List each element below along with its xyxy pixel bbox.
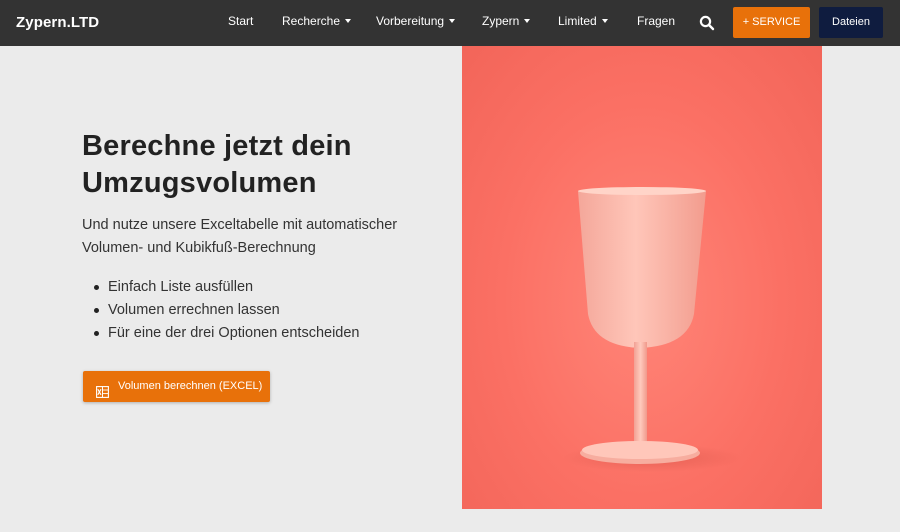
nav-item-label: Start: [228, 14, 254, 28]
caret-down-icon: [601, 19, 608, 23]
calculate-volume-button[interactable]: Volumen berechnen (EXCEL): [83, 371, 270, 402]
service-button[interactable]: + SERVICE: [733, 7, 810, 38]
brand-logo[interactable]: Zypern.LTD: [16, 14, 99, 31]
excel-icon: [96, 380, 109, 398]
caret-down-icon: [524, 19, 531, 23]
hero-image: [462, 46, 822, 509]
list-item: Für eine der drei Optionen entscheiden: [94, 322, 360, 345]
dateien-button[interactable]: Dateien: [819, 7, 883, 38]
nav-item-limited[interactable]: Limited: [558, 14, 608, 28]
nav-item-zypern[interactable]: Zypern: [482, 14, 531, 28]
nav-item-start[interactable]: Start: [228, 14, 253, 28]
nav-item-label: Limited: [558, 14, 597, 28]
list-item: Volumen errechnen lassen: [94, 299, 360, 322]
caret-down-icon: [345, 19, 352, 23]
hero-subtitle: Und nutze unsere Exceltabelle mit automa…: [82, 217, 398, 256]
wine-glass-illustration: [562, 187, 742, 472]
nav-item-recherche[interactable]: Recherche: [282, 14, 352, 28]
list-item: Einfach Liste ausfüllen: [94, 276, 360, 299]
nav-item-label: Fragen: [637, 14, 676, 28]
nav-item-label: Zypern: [482, 14, 520, 28]
nav-item-label: Recherche: [282, 14, 341, 28]
hero-title: Berechne jetzt dein Umzugsvolumen: [82, 130, 352, 199]
nav-item-vorbereitung[interactable]: Vorbereitung: [376, 14, 456, 28]
calculate-volume-label: Volumen berechnen (EXCEL): [118, 380, 263, 392]
search-icon[interactable]: [699, 15, 715, 31]
nav-item-label: Vorbereitung: [376, 14, 445, 28]
top-navbar: Zypern.LTD Start Recherche Vorbereitung …: [0, 0, 900, 46]
nav-item-fragen[interactable]: Fragen: [637, 14, 675, 28]
caret-down-icon: [449, 19, 456, 23]
feature-list: Einfach Liste ausfüllen Volumen errechne…: [94, 276, 360, 345]
